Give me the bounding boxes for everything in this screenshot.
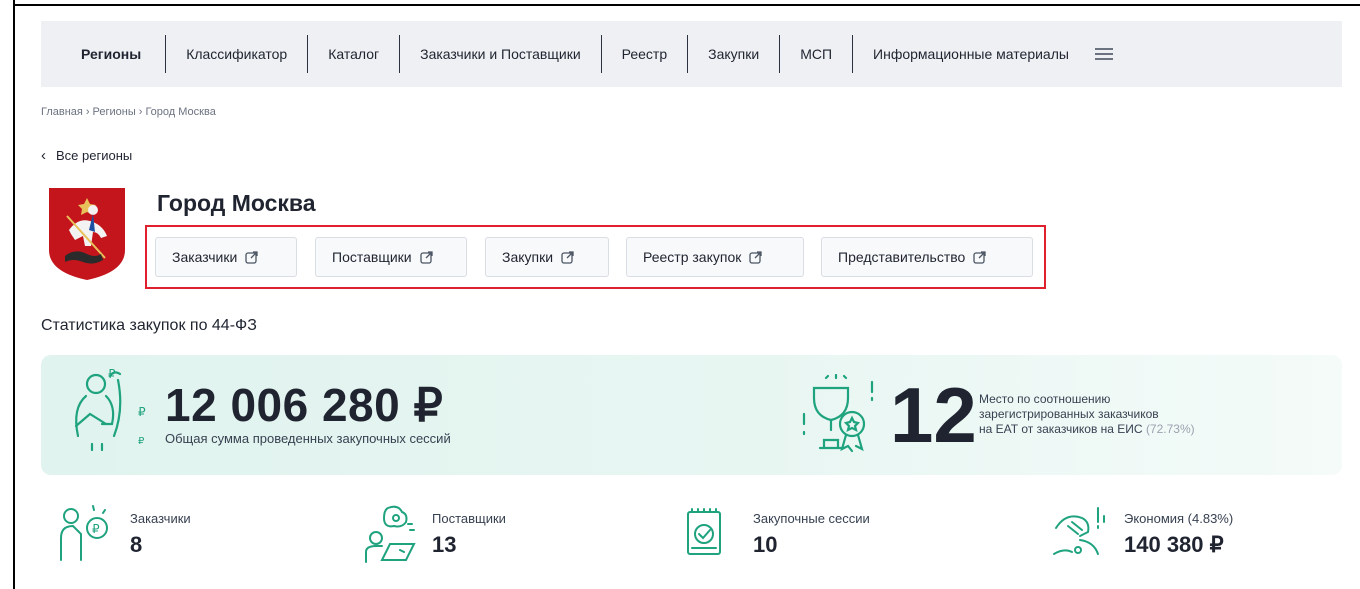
purchases-link-label: Закупки — [502, 249, 554, 265]
external-link-icon — [973, 250, 986, 264]
nav-item-regions[interactable]: Регионы — [81, 35, 165, 73]
metric-sessions-value: 10 — [753, 532, 778, 557]
chevron-left-icon: ‹ — [41, 147, 46, 164]
screenshot-frame-left — [13, 0, 15, 589]
external-link-icon — [419, 250, 433, 264]
customer-money-icon: ₽ — [60, 505, 108, 561]
place-description: Место по соотношению зарегистрированных … — [979, 392, 1299, 437]
suppliers-link-label: Поставщики — [332, 249, 412, 265]
representation-link-button[interactable]: Представительство — [821, 237, 1033, 277]
customers-link-label: Заказчики — [172, 249, 238, 265]
hamburger-menu-icon[interactable] — [1094, 47, 1113, 61]
metric-suppliers-label: Поставщики — [432, 511, 506, 526]
svg-text:₽: ₽ — [108, 367, 116, 381]
svg-text:₽: ₽ — [138, 405, 146, 419]
purchases-link-button[interactable]: Закупки — [485, 237, 609, 277]
total-sum-caption: Общая сумма проведенных закупочных сесси… — [165, 431, 451, 446]
top-navigation: Регионы Классификатор Каталог Заказчики … — [41, 21, 1342, 87]
trophy-award-icon — [802, 374, 874, 453]
metric-sessions: Закупочные сессии 10 — [753, 511, 870, 558]
nav-item-classifier[interactable]: Классификатор — [165, 35, 307, 73]
metric-sessions-label: Закупочные сессии — [753, 511, 870, 526]
metric-customers-label: Заказчики — [130, 511, 191, 526]
nav-item-info-materials[interactable]: Информационные материалы — [852, 35, 1089, 73]
suppliers-link-button[interactable]: Поставщики — [315, 237, 467, 277]
breadcrumb-home[interactable]: Главная — [41, 106, 83, 118]
stats-section-title: Статистика закупок по 44-ФЗ — [41, 317, 257, 334]
breadcrumb-regions[interactable]: Регионы — [93, 106, 136, 118]
metric-customers-value: 8 — [130, 532, 143, 557]
screenshot-frame-top — [13, 4, 1360, 6]
region-links-bar: Заказчики Поставщики Закупки Реестр заку… — [155, 237, 1033, 277]
total-sum-value: 12 006 280 ₽ — [165, 379, 444, 431]
external-link-icon — [245, 250, 258, 264]
customers-link-button[interactable]: Заказчики — [155, 237, 297, 277]
external-link-icon — [561, 250, 574, 264]
metric-savings-label: Экономия (4.83%) — [1124, 511, 1234, 526]
nav-item-catalog[interactable]: Каталог — [307, 35, 399, 73]
svg-text:₽: ₽ — [92, 522, 100, 536]
nav-item-customers-suppliers[interactable]: Заказчики и Поставщики — [399, 35, 601, 73]
moscow-coat-of-arms-icon — [49, 188, 125, 280]
external-link-icon — [749, 250, 763, 264]
savings-hand-icon — [1053, 507, 1105, 555]
place-percentage: (72.73%) — [1145, 422, 1195, 436]
purchase-registry-link-button[interactable]: Реестр закупок — [626, 237, 804, 277]
representation-link-label: Представительство — [838, 249, 966, 265]
purchase-sessions-icon — [687, 508, 721, 555]
place-desc-line-3: на ЕАТ от заказчиков на ЕИС — [979, 422, 1143, 436]
metric-customers: Заказчики 8 — [130, 511, 191, 558]
nav-item-msp[interactable]: МСП — [779, 35, 852, 73]
breadcrumb: Главная › Регионы › Город Москва — [41, 106, 216, 118]
nav-item-purchases[interactable]: Закупки — [687, 35, 779, 73]
nav-item-registry[interactable]: Реестр — [600, 35, 688, 73]
back-link-label: Все регионы — [56, 148, 133, 163]
money-person-icon: ₽ ₽ ₽ — [74, 367, 146, 452]
metric-suppliers-value: 13 — [432, 532, 457, 557]
page-title: Город Москва — [157, 190, 316, 216]
purchase-registry-link-label: Реестр закупок — [643, 249, 742, 265]
metric-savings: Экономия (4.83%) 140 380 ₽ — [1124, 511, 1233, 558]
metric-suppliers: Поставщики 13 — [432, 511, 506, 558]
place-desc-line-1: Место по соотношению — [979, 392, 1111, 406]
supplier-laptop-icon — [365, 505, 416, 563]
place-rank-value: 12 — [890, 371, 977, 459]
back-to-regions-link[interactable]: ‹ Все регионы — [41, 147, 132, 164]
place-desc-line-2: зарегистрированных заказчиков — [979, 407, 1159, 421]
breadcrumb-current: Город Москва — [145, 106, 216, 118]
svg-text:₽: ₽ — [138, 436, 145, 447]
metric-savings-value: 140 380 ₽ — [1124, 532, 1224, 557]
